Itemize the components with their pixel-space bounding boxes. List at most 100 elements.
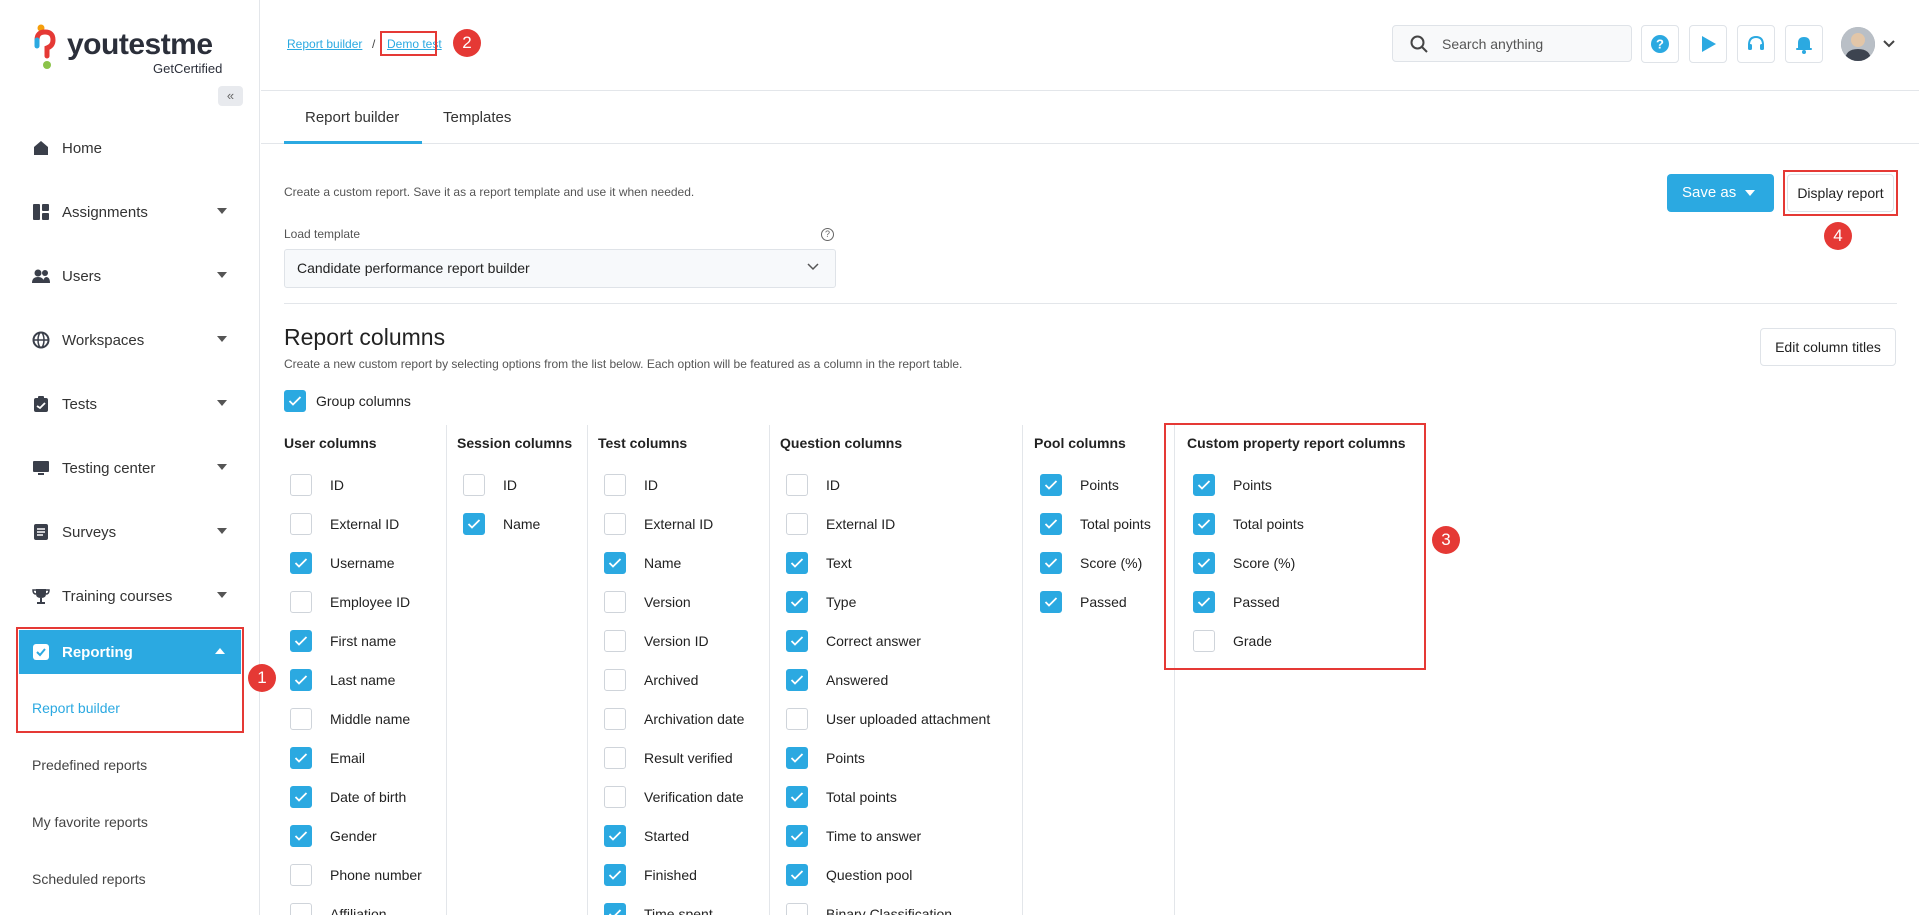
column-option[interactable]: Total points	[780, 777, 1020, 816]
sidebar-item-workspaces[interactable]: Workspaces	[18, 308, 243, 372]
checkbox[interactable]	[290, 668, 312, 691]
column-option[interactable]: Archivation date	[598, 699, 768, 738]
checkbox[interactable]	[786, 551, 808, 574]
column-option[interactable]: Archived	[598, 660, 768, 699]
column-option[interactable]: Correct answer	[780, 621, 1020, 660]
column-option[interactable]: Version	[598, 582, 768, 621]
save-as-button[interactable]: Save as	[1667, 174, 1774, 212]
column-option[interactable]: Name	[457, 504, 587, 543]
column-option[interactable]: External ID	[598, 504, 768, 543]
checkbox[interactable]	[786, 512, 808, 535]
checkbox[interactable]	[290, 629, 312, 652]
checkbox[interactable]	[1040, 512, 1062, 535]
checkbox[interactable]	[604, 590, 626, 613]
sidebar-item-assignments[interactable]: Assignments	[18, 180, 243, 244]
load-template-select[interactable]: Candidate performance report builder	[284, 249, 836, 288]
column-option[interactable]: Points	[780, 738, 1020, 777]
sidebar-item-training-courses[interactable]: Training courses	[18, 564, 243, 628]
checkbox[interactable]	[604, 551, 626, 574]
column-option[interactable]: Email	[284, 738, 444, 777]
column-option[interactable]: ID	[457, 465, 587, 504]
chevron-down-icon[interactable]	[1883, 40, 1895, 48]
checkbox[interactable]	[290, 785, 312, 808]
column-option[interactable]: Phone number	[284, 855, 444, 894]
column-option[interactable]: Employee ID	[284, 582, 444, 621]
column-option[interactable]: Text	[780, 543, 1020, 582]
column-option[interactable]: Gender	[284, 816, 444, 855]
column-option[interactable]: ID	[598, 465, 768, 504]
checkbox[interactable]	[604, 863, 626, 886]
column-option[interactable]: Last name	[284, 660, 444, 699]
checkbox[interactable]	[604, 473, 626, 496]
search-input[interactable]: Search anything	[1392, 25, 1632, 62]
support-button[interactable]	[1737, 25, 1775, 63]
collapse-sidebar-button[interactable]: «	[218, 86, 243, 106]
column-option[interactable]: Version ID	[598, 621, 768, 660]
column-option[interactable]: ID	[780, 465, 1020, 504]
checkbox[interactable]	[290, 824, 312, 847]
checkbox[interactable]	[604, 785, 626, 808]
column-option[interactable]: Result verified	[598, 738, 768, 777]
checkbox[interactable]	[1040, 590, 1062, 613]
sidebar-item-tests[interactable]: Tests	[18, 372, 243, 436]
checkbox[interactable]	[1040, 551, 1062, 574]
question-mark-icon[interactable]: ?	[821, 228, 834, 241]
column-option[interactable]: External ID	[780, 504, 1020, 543]
tab-templates[interactable]: Templates	[443, 109, 511, 126]
edit-column-titles-button[interactable]: Edit column titles	[1760, 328, 1896, 366]
group-columns-checkbox[interactable]: Group columns	[284, 390, 411, 412]
checkbox[interactable]	[290, 473, 312, 496]
column-option[interactable]: Type	[780, 582, 1020, 621]
column-option[interactable]: Finished	[598, 855, 768, 894]
checkbox[interactable]	[786, 473, 808, 496]
column-option[interactable]: First name	[284, 621, 444, 660]
checkbox[interactable]	[290, 863, 312, 886]
checkbox[interactable]	[786, 863, 808, 886]
sidebar-subitem-my-favorite-reports[interactable]: My favorite reports	[32, 814, 148, 830]
checkbox[interactable]	[290, 746, 312, 769]
checkbox[interactable]	[604, 746, 626, 769]
checkbox[interactable]	[786, 590, 808, 613]
play-tutorial-button[interactable]	[1689, 25, 1727, 63]
column-option[interactable]: Affiliation	[284, 894, 444, 915]
column-option[interactable]: Name	[598, 543, 768, 582]
breadcrumb-report-builder[interactable]: Report builder	[287, 37, 362, 51]
sidebar-subitem-scheduled-reports[interactable]: Scheduled reports	[32, 871, 146, 887]
checkbox[interactable]	[786, 668, 808, 691]
column-option[interactable]: User uploaded attachment	[780, 699, 1020, 738]
checkbox[interactable]	[284, 390, 306, 412]
checkbox[interactable]	[786, 785, 808, 808]
checkbox[interactable]	[604, 668, 626, 691]
column-option[interactable]: Date of birth	[284, 777, 444, 816]
column-option[interactable]: Time spent	[598, 894, 768, 915]
checkbox[interactable]	[290, 707, 312, 730]
column-option[interactable]: Binary Classification	[780, 894, 1020, 915]
tab-report-builder[interactable]: Report builder	[305, 109, 399, 126]
column-option[interactable]: Username	[284, 543, 444, 582]
sidebar-subitem-predefined-reports[interactable]: Predefined reports	[32, 757, 147, 773]
checkbox[interactable]	[290, 590, 312, 613]
column-option[interactable]: Question pool	[780, 855, 1020, 894]
checkbox[interactable]	[290, 551, 312, 574]
column-option[interactable]: Score (%)	[1034, 543, 1169, 582]
checkbox[interactable]	[786, 824, 808, 847]
checkbox[interactable]	[786, 629, 808, 652]
checkbox[interactable]	[604, 902, 626, 915]
checkbox[interactable]	[604, 824, 626, 847]
checkbox[interactable]	[463, 512, 485, 535]
checkbox[interactable]	[604, 707, 626, 730]
checkbox[interactable]	[604, 629, 626, 652]
logo[interactable]: youtestme GetCertified	[33, 22, 233, 76]
column-option[interactable]: Middle name	[284, 699, 444, 738]
column-option[interactable]: Started	[598, 816, 768, 855]
checkbox[interactable]	[786, 746, 808, 769]
help-button[interactable]: ?	[1641, 25, 1679, 63]
sidebar-item-users[interactable]: Users	[18, 244, 243, 308]
column-option[interactable]: External ID	[284, 504, 444, 543]
column-option[interactable]: Verification date	[598, 777, 768, 816]
column-option[interactable]: Total points	[1034, 504, 1169, 543]
checkbox[interactable]	[786, 902, 808, 915]
checkbox[interactable]	[463, 473, 485, 496]
column-option[interactable]: Passed	[1034, 582, 1169, 621]
column-option[interactable]: Answered	[780, 660, 1020, 699]
